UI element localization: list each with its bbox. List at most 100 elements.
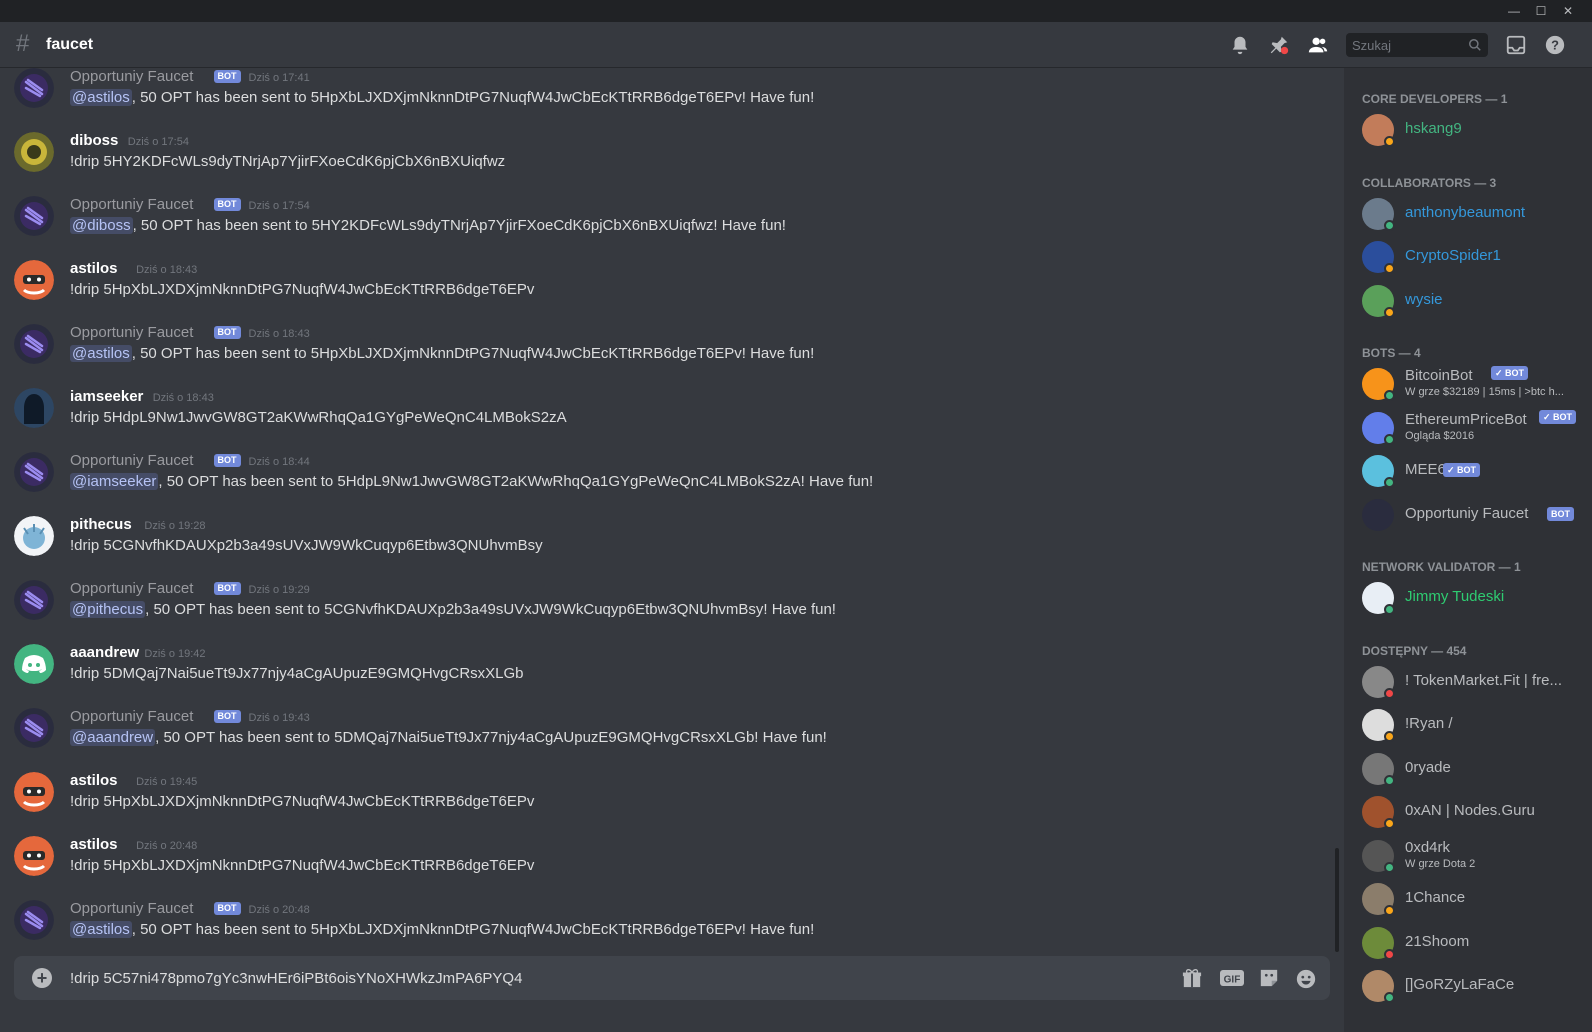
member-item[interactable]: 1Chance [1360, 881, 1592, 921]
scrollbar-thumb[interactable] [1335, 848, 1339, 952]
maximize-button[interactable]: ☐ [1533, 3, 1549, 19]
bell-icon[interactable] [1229, 34, 1251, 56]
avatar[interactable] [14, 324, 54, 364]
scrollbar-track[interactable] [1334, 72, 1340, 956]
member-item[interactable]: hskang9 [1360, 112, 1592, 152]
member-name[interactable]: anthonybeaumont [1405, 204, 1525, 221]
message-username[interactable]: diboss [70, 132, 118, 149]
attach-plus-icon[interactable]: + [32, 968, 52, 988]
message-item[interactable]: astilos Dziś o 20:48 !drip 5HpXbLJXDXjmNkn… [0, 836, 1330, 896]
member-name[interactable]: 1Chance [1405, 889, 1465, 906]
message-username[interactable]: Opportuniy Faucet [70, 900, 193, 917]
message-item[interactable]: Opportuniy Faucet BOT Dziś o 19:29 @pithecu… [0, 580, 1330, 640]
member-name[interactable]: 0xd4rk [1405, 839, 1450, 856]
gift-icon[interactable] [1181, 968, 1203, 988]
member-item[interactable]: 0xd4rk W grze Dota 2 [1360, 838, 1592, 878]
pin-icon[interactable] [1268, 34, 1290, 56]
user-mention[interactable]: @astilos [70, 89, 132, 106]
avatar[interactable] [14, 772, 54, 812]
member-item[interactable]: BitcoinBot ✓ BOT W grze $32189 | 15ms | >b… [1360, 366, 1592, 406]
inbox-icon[interactable] [1505, 34, 1527, 56]
member-name[interactable]: wysie [1405, 291, 1443, 308]
member-name[interactable]: 0xAN | Nodes.Guru [1405, 802, 1535, 819]
message-username[interactable]: iamseeker [70, 388, 143, 405]
member-name[interactable]: Opportuniy Faucet [1405, 505, 1528, 522]
member-item[interactable]: wysie [1360, 283, 1592, 323]
member-name[interactable]: hskang9 [1405, 120, 1462, 137]
message-username[interactable]: astilos [70, 836, 118, 853]
message-item[interactable]: pithecus Dziś o 19:28 !drip 5CGNvfhKDAUXp2… [0, 516, 1330, 576]
member-item[interactable]: ! TokenMarket.Fit | fre... [1360, 664, 1592, 704]
avatar[interactable] [14, 900, 54, 940]
message-item[interactable]: Opportuniy Faucet BOT Dziś o 19:43 @aaandre… [0, 708, 1330, 768]
member-item[interactable]: 21Shoom [1360, 925, 1592, 965]
search-input[interactable]: Szukaj [1346, 33, 1488, 57]
avatar[interactable] [14, 580, 54, 620]
message-item[interactable]: Opportuniy Faucet BOT Dziś o 17:54 @diboss,… [0, 196, 1330, 256]
avatar[interactable] [14, 132, 54, 172]
member-name[interactable]: BitcoinBot [1405, 367, 1473, 384]
message-item[interactable]: iamseeker Dziś o 18:43 !drip 5HdpL9Nw1JwvG… [0, 388, 1330, 448]
avatar[interactable] [14, 708, 54, 748]
member-name[interactable]: MEE6 [1405, 461, 1446, 478]
message-item[interactable]: Opportuniy Faucet BOT Dziś o 18:43 @astilos… [0, 324, 1330, 384]
member-item[interactable]: MEE6 ✓ BOT [1360, 453, 1592, 493]
emoji-icon[interactable] [1295, 968, 1317, 989]
user-mention[interactable]: @iamseeker [70, 473, 159, 490]
member-item[interactable]: 0xAN | Nodes.Guru [1360, 794, 1592, 834]
message-username[interactable]: pithecus [70, 516, 132, 533]
gif-icon[interactable]: GIF [1219, 968, 1245, 988]
sticker-icon[interactable] [1258, 968, 1280, 988]
member-item[interactable]: !Ryan / [1360, 707, 1592, 747]
message-username[interactable]: Opportuniy Faucet [70, 324, 193, 341]
member-name[interactable]: 21Shoom [1405, 933, 1469, 950]
member-item[interactable]: []GoRZyLaFaCe [1360, 968, 1592, 1008]
user-mention[interactable]: @pithecus [70, 601, 146, 618]
avatar[interactable] [14, 260, 54, 300]
message-username[interactable]: Opportuniy Faucet [70, 452, 193, 469]
message-item[interactable]: Opportuniy Faucet BOT Dziś o 17:41 @astilos… [0, 68, 1330, 128]
minimize-button[interactable]: — [1506, 3, 1522, 19]
user-mention[interactable]: @astilos [70, 921, 132, 938]
member-name[interactable]: []GoRZyLaFaCe [1405, 976, 1514, 993]
user-mention[interactable]: @diboss [70, 217, 133, 234]
member-item[interactable]: anthonybeaumont [1360, 196, 1592, 236]
avatar[interactable] [14, 836, 54, 876]
message-username[interactable]: Opportuniy Faucet [70, 708, 193, 725]
message-username[interactable]: aaandrew [70, 644, 139, 661]
help-icon[interactable]: ? [1544, 34, 1566, 56]
avatar[interactable] [14, 644, 54, 684]
message-username[interactable]: astilos [70, 772, 118, 789]
member-name[interactable]: !Ryan / [1405, 715, 1453, 732]
message-list[interactable]: Opportuniy Faucet BOT Dziś o 17:41 @astilos… [0, 68, 1344, 1032]
message-item[interactable]: astilos Dziś o 19:45 !drip 5HpXbLJXDXjmNkn… [0, 772, 1330, 832]
member-item[interactable]: 0ryade [1360, 751, 1592, 791]
member-item[interactable]: Opportuniy Faucet BOT [1360, 497, 1592, 537]
member-name[interactable]: CryptoSpider1 [1405, 247, 1501, 264]
message-username[interactable]: Opportuniy Faucet [70, 68, 193, 85]
message-item[interactable]: diboss Dziś o 17:54 !drip 5HY2KDFcWLs9dyTN… [0, 132, 1330, 192]
member-name[interactable]: ! TokenMarket.Fit | fre... [1405, 672, 1562, 689]
member-name[interactable]: 0ryade [1405, 759, 1451, 776]
member-item[interactable]: CryptoSpider1 [1360, 239, 1592, 279]
message-username[interactable]: Opportuniy Faucet [70, 196, 193, 213]
message-item[interactable]: aaandrew Dziś o 19:42 !drip 5DMQaj7Nai5ueT… [0, 644, 1330, 704]
avatar[interactable] [14, 68, 54, 108]
member-name[interactable]: Jimmy Tudeski [1405, 588, 1504, 605]
message-username[interactable]: Opportuniy Faucet [70, 580, 193, 597]
message-username[interactable]: astilos [70, 260, 118, 277]
member-item[interactable]: EthereumPriceBot ✓ BOT Ogląda $2016 [1360, 409, 1592, 450]
member-name[interactable]: EthereumPriceBot [1405, 411, 1527, 428]
user-mention[interactable]: @aaandrew [70, 729, 156, 746]
avatar[interactable] [14, 196, 54, 236]
member-list-icon[interactable] [1307, 34, 1329, 56]
member-item[interactable]: Jimmy Tudeski [1360, 580, 1592, 620]
avatar[interactable] [14, 452, 54, 492]
close-button[interactable]: ✕ [1560, 3, 1576, 19]
message-item[interactable]: Opportuniy Faucet BOT Dziś o 20:48 @astilos… [0, 900, 1330, 960]
message-item[interactable]: Opportuniy Faucet BOT Dziś o 18:44 @iamseek… [0, 452, 1330, 512]
avatar[interactable] [14, 516, 54, 556]
avatar[interactable] [14, 388, 54, 428]
user-mention[interactable]: @astilos [70, 345, 132, 362]
message-item[interactable]: astilos Dziś o 18:43 !drip 5HpXbLJXDXjmNkn… [0, 260, 1330, 320]
